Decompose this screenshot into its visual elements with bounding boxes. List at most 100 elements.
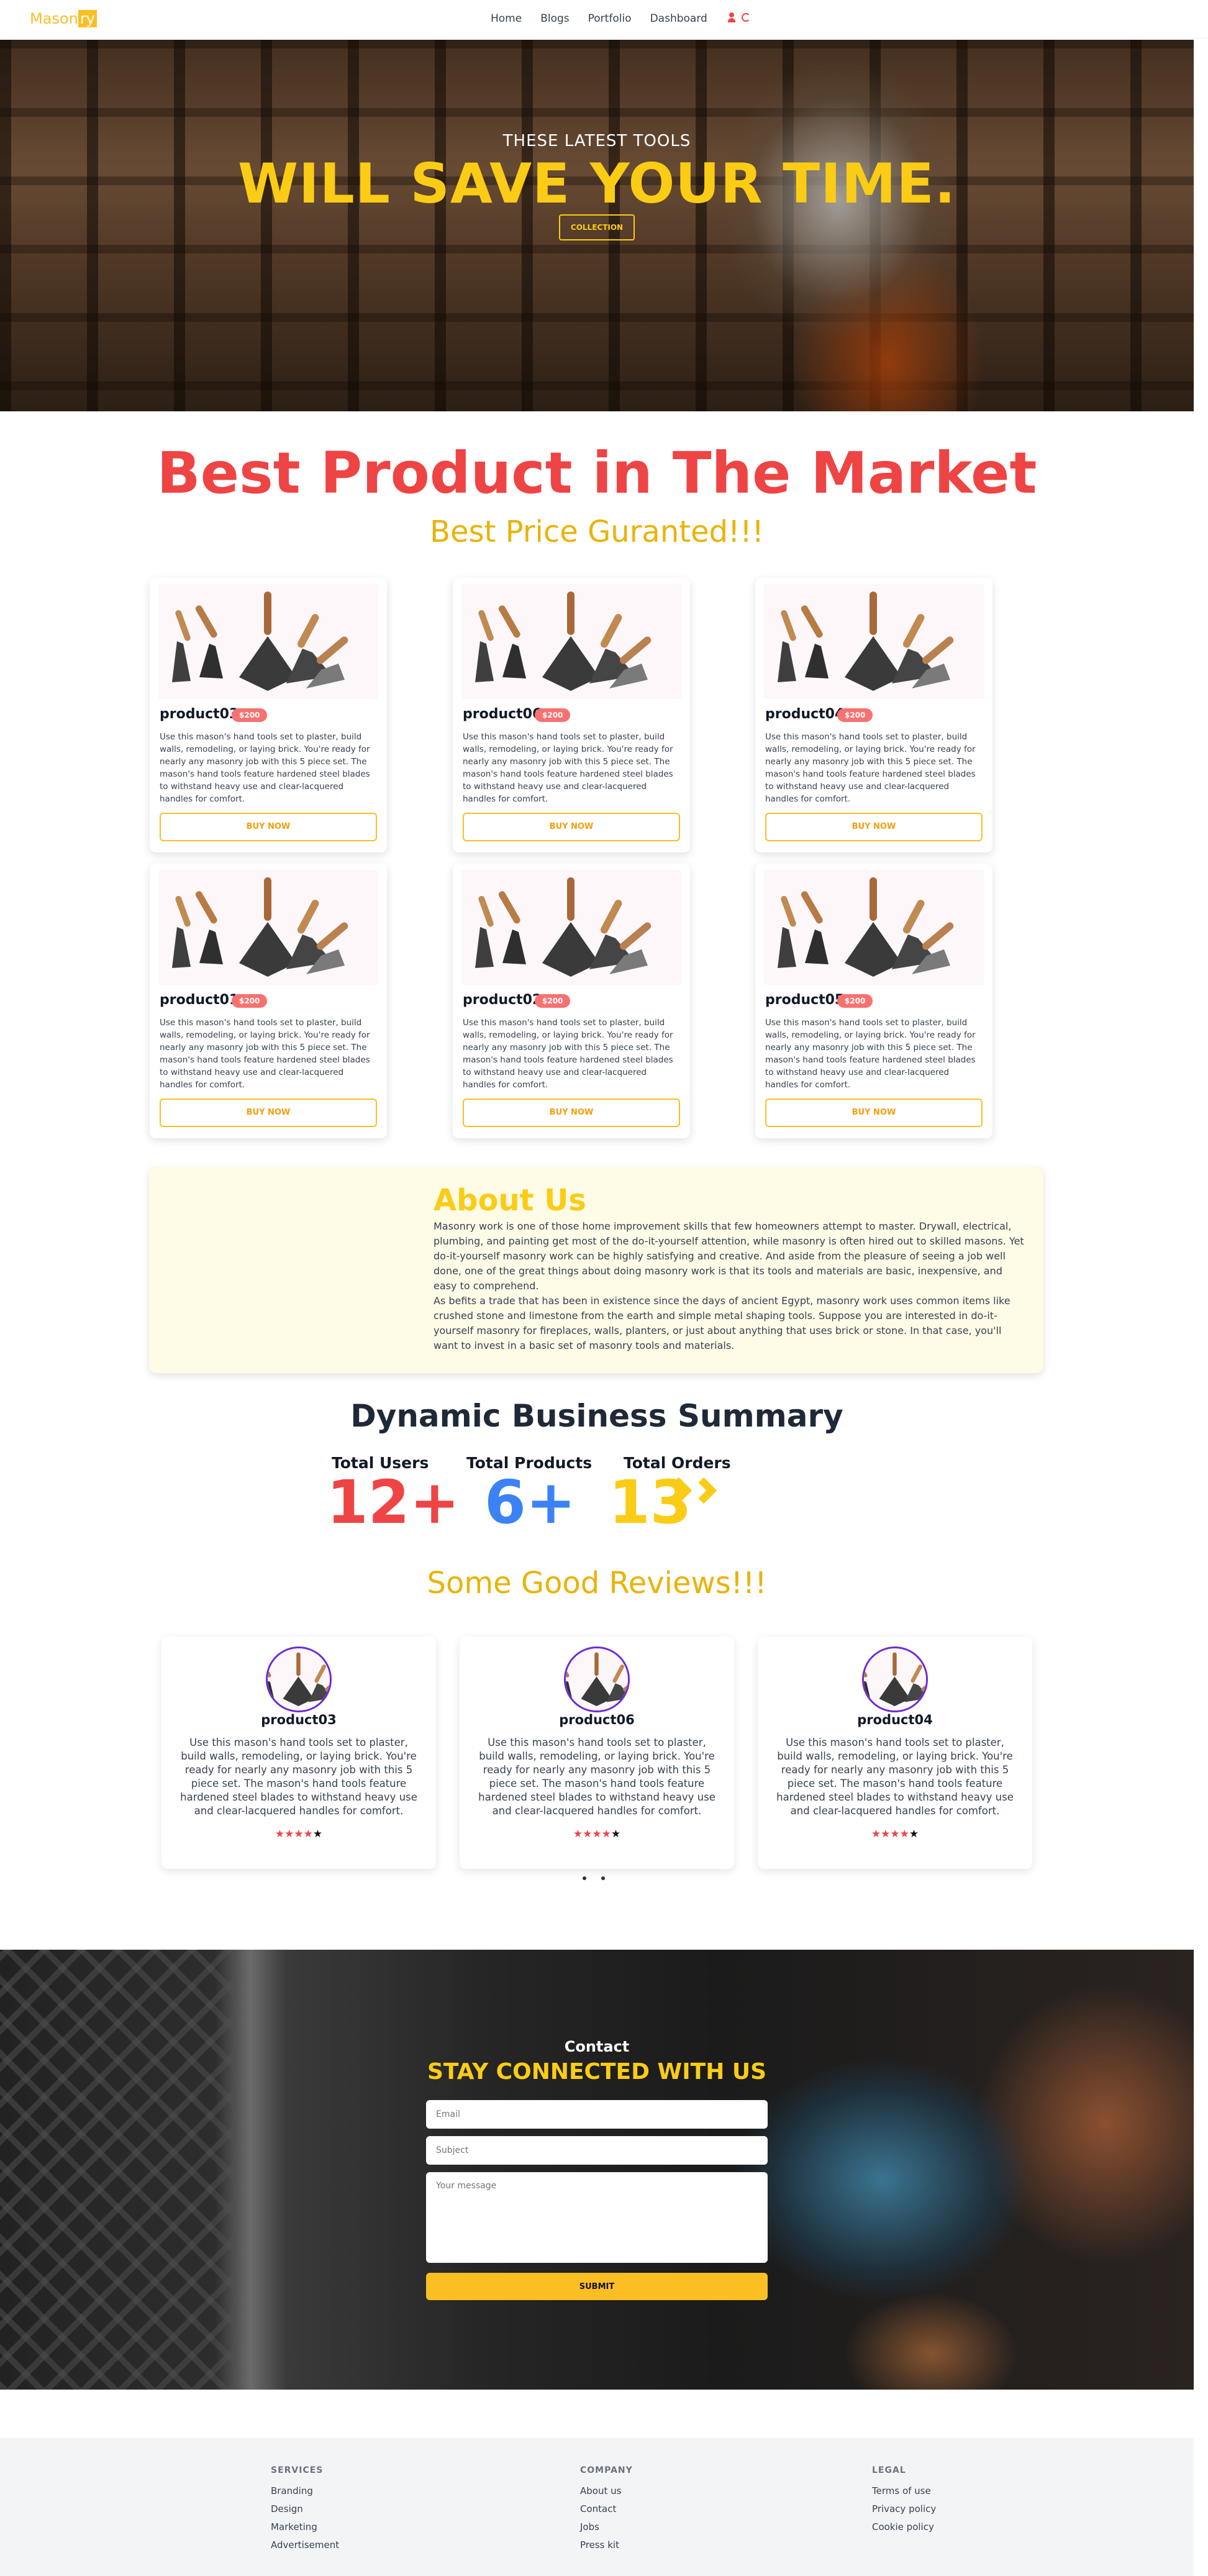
star-rating: ★★★★★ xyxy=(275,1828,323,1840)
carousel-dot[interactable] xyxy=(601,1876,605,1880)
about-paragraph: Masonry work is one of those home improv… xyxy=(434,1220,1024,1292)
footer-link-contact[interactable]: Contact xyxy=(580,2503,633,2514)
best-product-title: Best Product in The Market xyxy=(157,440,1037,506)
stat-value-products: 6+ xyxy=(484,1468,576,1537)
contact-title: STAY CONNECTED WITH US xyxy=(427,2059,767,2085)
nav-links: Home Blogs Portfolio Dashboard xyxy=(491,12,707,25)
product-image xyxy=(461,870,681,985)
footer-heading: COMPANY xyxy=(580,2465,633,2475)
user-icon[interactable] xyxy=(728,12,735,22)
buy-now-button[interactable]: BUY NOW xyxy=(765,813,983,841)
contact-background-pattern xyxy=(0,1950,236,2390)
hero-subtitle: THESE LATEST TOOLS xyxy=(502,132,691,150)
buy-now-button[interactable]: BUY NOW xyxy=(765,1098,983,1127)
footer-link-press-kit[interactable]: Press kit xyxy=(580,2539,633,2551)
price-badge: $200 xyxy=(535,994,571,1008)
submit-button[interactable]: SUBMIT xyxy=(426,2273,768,2300)
product-name: product02 xyxy=(463,992,542,1008)
contact-section xyxy=(0,1950,1194,2390)
carousel-dots xyxy=(583,1876,605,1880)
best-product-subtitle: Best Price Guranted!!! xyxy=(430,514,764,549)
product-card: product06 $200 Use this mason's hand too… xyxy=(453,578,690,852)
footer-heading: LEGAL xyxy=(872,2465,906,2475)
footer-company: COMPANY About us Contact Jobs Press kit xyxy=(580,2465,633,2557)
footer-link-branding[interactable]: Branding xyxy=(271,2485,339,2496)
message-field[interactable] xyxy=(426,2172,768,2263)
chevron-right-icon xyxy=(690,1477,717,1504)
footer-link-about[interactable]: About us xyxy=(580,2485,633,2496)
subject-field[interactable] xyxy=(426,2136,768,2165)
footer-link-advertisement[interactable]: Advertisement xyxy=(271,2539,339,2551)
price-badge: $200 xyxy=(232,994,268,1008)
product-image xyxy=(764,584,984,699)
about-paragraph: As befits a trade that has been in exist… xyxy=(434,1295,1010,1351)
review-product-name: product03 xyxy=(261,1712,337,1727)
review-card: product06 Use this mason's hand tools se… xyxy=(460,1637,734,1869)
footer-heading: SERVICES xyxy=(271,2465,324,2475)
review-card: product04 Use this mason's hand tools se… xyxy=(758,1637,1032,1869)
product-card: product02 $200 Use this mason's hand too… xyxy=(453,864,690,1138)
review-product-name: product06 xyxy=(559,1712,635,1727)
product-card: product01 $200 Use this mason's hand too… xyxy=(150,864,387,1138)
product-name: product05 xyxy=(765,992,845,1008)
avatar xyxy=(862,1647,928,1712)
about-title: About Us xyxy=(434,1183,586,1218)
price-badge: $200 xyxy=(837,994,873,1008)
nav-icons xyxy=(728,12,750,22)
footer-link-marketing[interactable]: Marketing xyxy=(271,2521,339,2533)
product-description: Use this mason's hand tools set to plast… xyxy=(160,732,370,804)
footer-link-jobs[interactable]: Jobs xyxy=(580,2521,633,2533)
product-description: Use this mason's hand tools set to plast… xyxy=(160,1018,370,1090)
product-image xyxy=(158,584,378,699)
product-image xyxy=(461,584,681,699)
about-text: Masonry work is one of those home improv… xyxy=(434,1219,1025,1353)
product-description: Use this mason's hand tools set to plast… xyxy=(765,1018,976,1090)
top-navbar: Mason ry Home Blogs Portfolio Dashboard xyxy=(0,0,1208,39)
product-description: Use this mason's hand tools set to plast… xyxy=(463,1018,673,1090)
product-card: product03 $200 Use this mason's hand too… xyxy=(150,578,387,852)
buy-now-button[interactable]: BUY NOW xyxy=(160,1098,377,1127)
product-card: product05 $200 Use this mason's hand too… xyxy=(755,864,992,1138)
footer-link-terms[interactable]: Terms of use xyxy=(872,2485,936,2496)
hero-title: WILL SAVE YOUR TIME. xyxy=(237,152,956,216)
footer-link-design[interactable]: Design xyxy=(271,2503,339,2514)
product-card: product04 $200 Use this mason's hand too… xyxy=(755,578,992,852)
footer-services: SERVICES Branding Design Marketing Adver… xyxy=(271,2465,339,2557)
footer-link-privacy[interactable]: Privacy policy xyxy=(872,2503,936,2514)
avatar xyxy=(266,1647,332,1712)
price-badge: $200 xyxy=(535,708,571,722)
carousel-dot[interactable] xyxy=(583,1876,586,1880)
product-description: Use this mason's hand tools set to plast… xyxy=(463,732,673,804)
product-name: product01 xyxy=(160,992,239,1008)
footer-legal: LEGAL Terms of use Privacy policy Cookie… xyxy=(872,2465,936,2539)
buy-now-button[interactable]: BUY NOW xyxy=(463,1098,680,1127)
stat-value-users: 12+ xyxy=(327,1468,460,1537)
review-text: Use this mason's hand tools set to plast… xyxy=(478,1737,715,1817)
summary-title: Dynamic Business Summary xyxy=(350,1398,843,1434)
product-description: Use this mason's hand tools set to plast… xyxy=(765,732,976,804)
price-badge: $200 xyxy=(837,708,873,722)
footer-link-cookie[interactable]: Cookie policy xyxy=(872,2521,936,2533)
review-product-name: product04 xyxy=(857,1712,933,1727)
nav-home-link[interactable]: Home xyxy=(491,12,522,25)
logo[interactable]: Mason ry xyxy=(30,10,97,27)
star-rating: ★★★★★ xyxy=(871,1828,919,1840)
avatar xyxy=(564,1647,630,1712)
buy-now-button[interactable]: BUY NOW xyxy=(463,813,680,841)
product-name: product06 xyxy=(463,706,542,722)
buy-now-button[interactable]: BUY NOW xyxy=(160,813,377,841)
logout-icon[interactable] xyxy=(742,13,750,22)
star-rating: ★★★★★ xyxy=(573,1828,621,1840)
nav-dashboard-link[interactable]: Dashboard xyxy=(650,12,707,25)
nav-portfolio-link[interactable]: Portfolio xyxy=(588,12,632,25)
email-field[interactable] xyxy=(426,2100,768,2129)
collection-button[interactable]: COLLECTION xyxy=(559,214,635,240)
product-image xyxy=(764,870,984,985)
review-card: product03 Use this mason's hand tools se… xyxy=(161,1637,436,1869)
review-text: Use this mason's hand tools set to plast… xyxy=(180,1737,417,1817)
price-badge: $200 xyxy=(232,708,268,722)
nav-blogs-link[interactable]: Blogs xyxy=(540,12,569,25)
product-name: product03 xyxy=(160,706,239,722)
reviews-title: Some Good Reviews!!! xyxy=(427,1566,767,1601)
review-text: Use this mason's hand tools set to plast… xyxy=(776,1737,1014,1817)
